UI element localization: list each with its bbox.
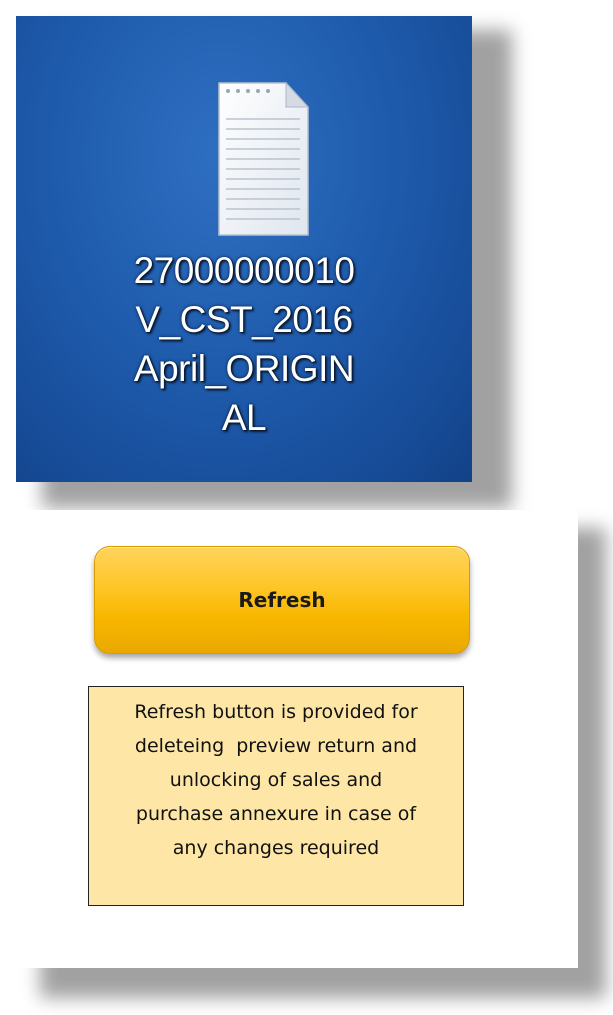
desktop-area: 27000000010 V_CST_2016 April_ORIGIN AL <box>16 16 472 482</box>
file-name-line-4: AL <box>221 397 267 438</box>
refresh-button[interactable]: Refresh <box>94 546 470 654</box>
file-name-label[interactable]: 27000000010 V_CST_2016 April_ORIGIN AL <box>84 246 404 442</box>
note-line-4: purchase annexure in case of <box>135 803 417 825</box>
note-line-1: Refresh button is provided for <box>134 701 418 723</box>
note-line-3: unlocking of sales and <box>169 769 383 791</box>
text-document-icon[interactable] <box>216 79 311 237</box>
page: 27000000010 V_CST_2016 April_ORIGIN AL R… <box>0 0 613 1015</box>
file-name-line-2: V_CST_2016 <box>135 299 353 340</box>
refresh-panel: Refresh Refresh button is provided for d… <box>16 510 578 968</box>
refresh-button-label: Refresh <box>238 588 326 612</box>
note-line-5: any changes required <box>172 837 380 859</box>
file-name-line-3: April_ORIGIN <box>133 348 355 389</box>
note-line-2: deleteing preview return and <box>134 735 418 757</box>
refresh-note: Refresh button is provided for deleteing… <box>88 686 464 906</box>
file-name-line-1: 27000000010 <box>133 250 355 291</box>
